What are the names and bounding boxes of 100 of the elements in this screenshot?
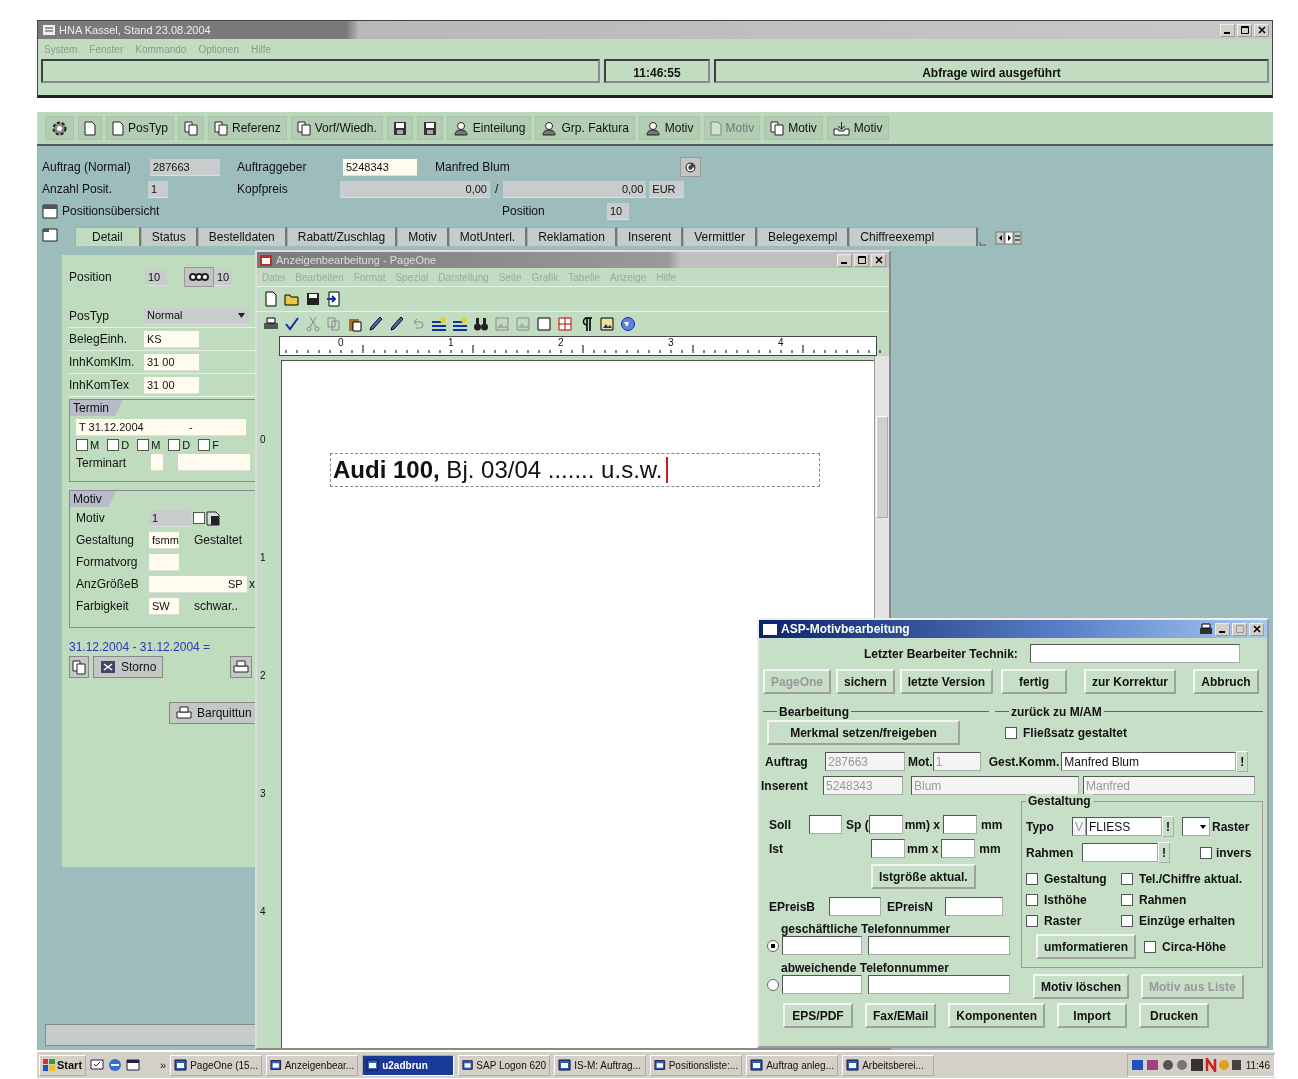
price-field[interactable]	[829, 897, 881, 916]
action-button[interactable]: fertig	[1001, 669, 1067, 694]
tab[interactable]: Bestelldaten	[197, 227, 287, 246]
globe-icon[interactable]	[620, 316, 636, 332]
text-field[interactable]: fsmm	[149, 531, 179, 549]
binoculars-button[interactable]	[184, 267, 214, 287]
text-field[interactable]	[149, 553, 179, 571]
checkbox[interactable]	[1121, 894, 1133, 906]
action-button[interactable]: EPS/PDF	[783, 1003, 853, 1028]
text-field[interactable]	[178, 454, 250, 471]
frame-icon[interactable]	[536, 316, 552, 332]
toolbar-button[interactable]: Motiv	[638, 116, 700, 140]
toolbar-button[interactable]: Motiv	[764, 116, 823, 140]
action-button[interactable]: sichern	[836, 669, 895, 694]
brush-icon[interactable]	[389, 316, 405, 332]
taskbar-button[interactable]: Positionsliste:...	[650, 1054, 743, 1076]
checkbox[interactable]	[76, 439, 88, 451]
more-text[interactable]: »	[160, 1059, 167, 1071]
brush-icon[interactable]	[368, 316, 384, 332]
tab[interactable]: Inserent	[616, 227, 684, 246]
size-field[interactable]	[943, 815, 977, 834]
printer-icon[interactable]	[1199, 622, 1213, 636]
lookup-button[interactable]: !	[1162, 816, 1174, 837]
tab[interactable]: MotUnterl.	[448, 227, 528, 246]
overview-link[interactable]: Positionsübersicht	[62, 204, 502, 218]
toolbar-button[interactable]	[416, 116, 443, 140]
checkbox[interactable]	[198, 439, 211, 451]
tab-scroll-icon[interactable]	[978, 230, 1023, 246]
checkbox[interactable]	[1144, 940, 1157, 953]
tab[interactable]: Motiv	[397, 227, 449, 246]
action-button[interactable]: Abbruch	[1193, 669, 1259, 694]
frame-field[interactable]	[1082, 843, 1158, 862]
action-button[interactable]: zur Korrektur	[1084, 669, 1176, 694]
radio-button[interactable]	[767, 939, 779, 952]
toolbar-button[interactable]: Einteilung	[446, 116, 532, 140]
size-field[interactable]	[809, 815, 842, 834]
tab[interactable]: Rabatt/Zuschlag	[286, 227, 398, 246]
size-field[interactable]	[871, 839, 905, 858]
checkbox[interactable]	[1005, 726, 1017, 739]
merkmal-button[interactable]: Merkmal setzen/freigeben	[767, 720, 960, 745]
tab[interactable]: Belegexempl	[756, 227, 850, 246]
text-lines-icon[interactable]	[452, 316, 468, 332]
reformat-button[interactable]: umformatieren	[1036, 934, 1137, 959]
postyp-dropdown[interactable]: Normal	[144, 307, 249, 325]
taskbar-button[interactable]: IS-M: Auftrag...	[554, 1054, 647, 1076]
typo-field[interactable]: FLIESS	[1086, 817, 1162, 836]
desktop-icon[interactable]	[90, 1058, 105, 1072]
taskbar-button[interactable]: u2adbrun	[362, 1054, 455, 1076]
import-icon[interactable]	[326, 291, 342, 307]
taskbar-button[interactable]: Auftrag anleg...	[746, 1054, 839, 1076]
checkbox[interactable]	[1026, 894, 1038, 906]
checkbox[interactable]	[1121, 915, 1133, 927]
phone-field[interactable]	[782, 975, 862, 994]
date-field[interactable]: T 31.12.2004	[76, 419, 186, 436]
checkbox[interactable]	[1200, 846, 1212, 859]
receipt-button[interactable]: Barquittun	[169, 702, 255, 724]
tab[interactable]: Chiffreexempl	[849, 227, 979, 246]
checkbox[interactable]	[137, 439, 150, 451]
tab[interactable]: Status	[140, 227, 198, 246]
size-update-button[interactable]: Istgröße aktual.	[871, 864, 976, 889]
text-field[interactable]: KS	[144, 330, 199, 348]
toolbar-button[interactable]: Motiv	[826, 116, 889, 140]
action-button[interactable]: Drucken	[1139, 1003, 1210, 1028]
text-frame[interactable]: Audi 100, Bj. 03/04 ....... u.s.w.	[330, 453, 820, 487]
radio-button[interactable]	[767, 978, 779, 991]
text-field[interactable]	[151, 454, 163, 471]
close-button[interactable]	[871, 253, 886, 267]
folder-icon[interactable]	[42, 228, 58, 242]
toolbar-button[interactable]: Referenz	[208, 116, 287, 140]
tab[interactable]: Reklamation	[527, 227, 617, 246]
tab[interactable]: Detail	[75, 227, 141, 246]
client-field[interactable]: 5248343	[343, 158, 417, 176]
printer-icon[interactable]	[263, 316, 279, 332]
spellcheck-icon[interactable]	[284, 316, 300, 332]
text-field[interactable]: 31 00	[144, 353, 199, 371]
minimize-button[interactable]	[1220, 23, 1235, 37]
size-field[interactable]	[868, 815, 903, 834]
text-field[interactable]	[149, 575, 225, 593]
table-icon[interactable]	[42, 203, 58, 219]
table-icon[interactable]	[557, 316, 573, 332]
text-lines-icon[interactable]	[431, 316, 447, 332]
toolbar-button[interactable]	[386, 116, 413, 140]
lookup-button[interactable]: !	[1236, 751, 1249, 772]
lookup-button[interactable]: !	[1158, 842, 1170, 863]
checkbox[interactable]	[1026, 873, 1038, 885]
comm-field[interactable]: Manfred Blum	[1061, 752, 1237, 771]
start-button[interactable]: Start	[39, 1054, 87, 1076]
checkbox[interactable]	[193, 512, 205, 524]
browser-icon[interactable]	[108, 1058, 123, 1072]
raster-dropdown[interactable]	[1182, 817, 1210, 836]
binoculars-icon[interactable]	[473, 316, 489, 332]
toolbar-button[interactable]	[45, 116, 74, 140]
motif-button[interactable]: Motiv löschen	[1033, 974, 1129, 999]
print-button[interactable]	[230, 656, 253, 678]
clipboard-icon[interactable]	[347, 316, 363, 332]
close-button[interactable]	[1254, 23, 1269, 37]
minimize-button[interactable]	[1215, 622, 1230, 636]
action-button[interactable]: Import	[1057, 1003, 1128, 1028]
toolbar-button[interactable]: PosTyp	[106, 116, 175, 140]
action-button[interactable]: Fax/EMail	[865, 1003, 937, 1028]
